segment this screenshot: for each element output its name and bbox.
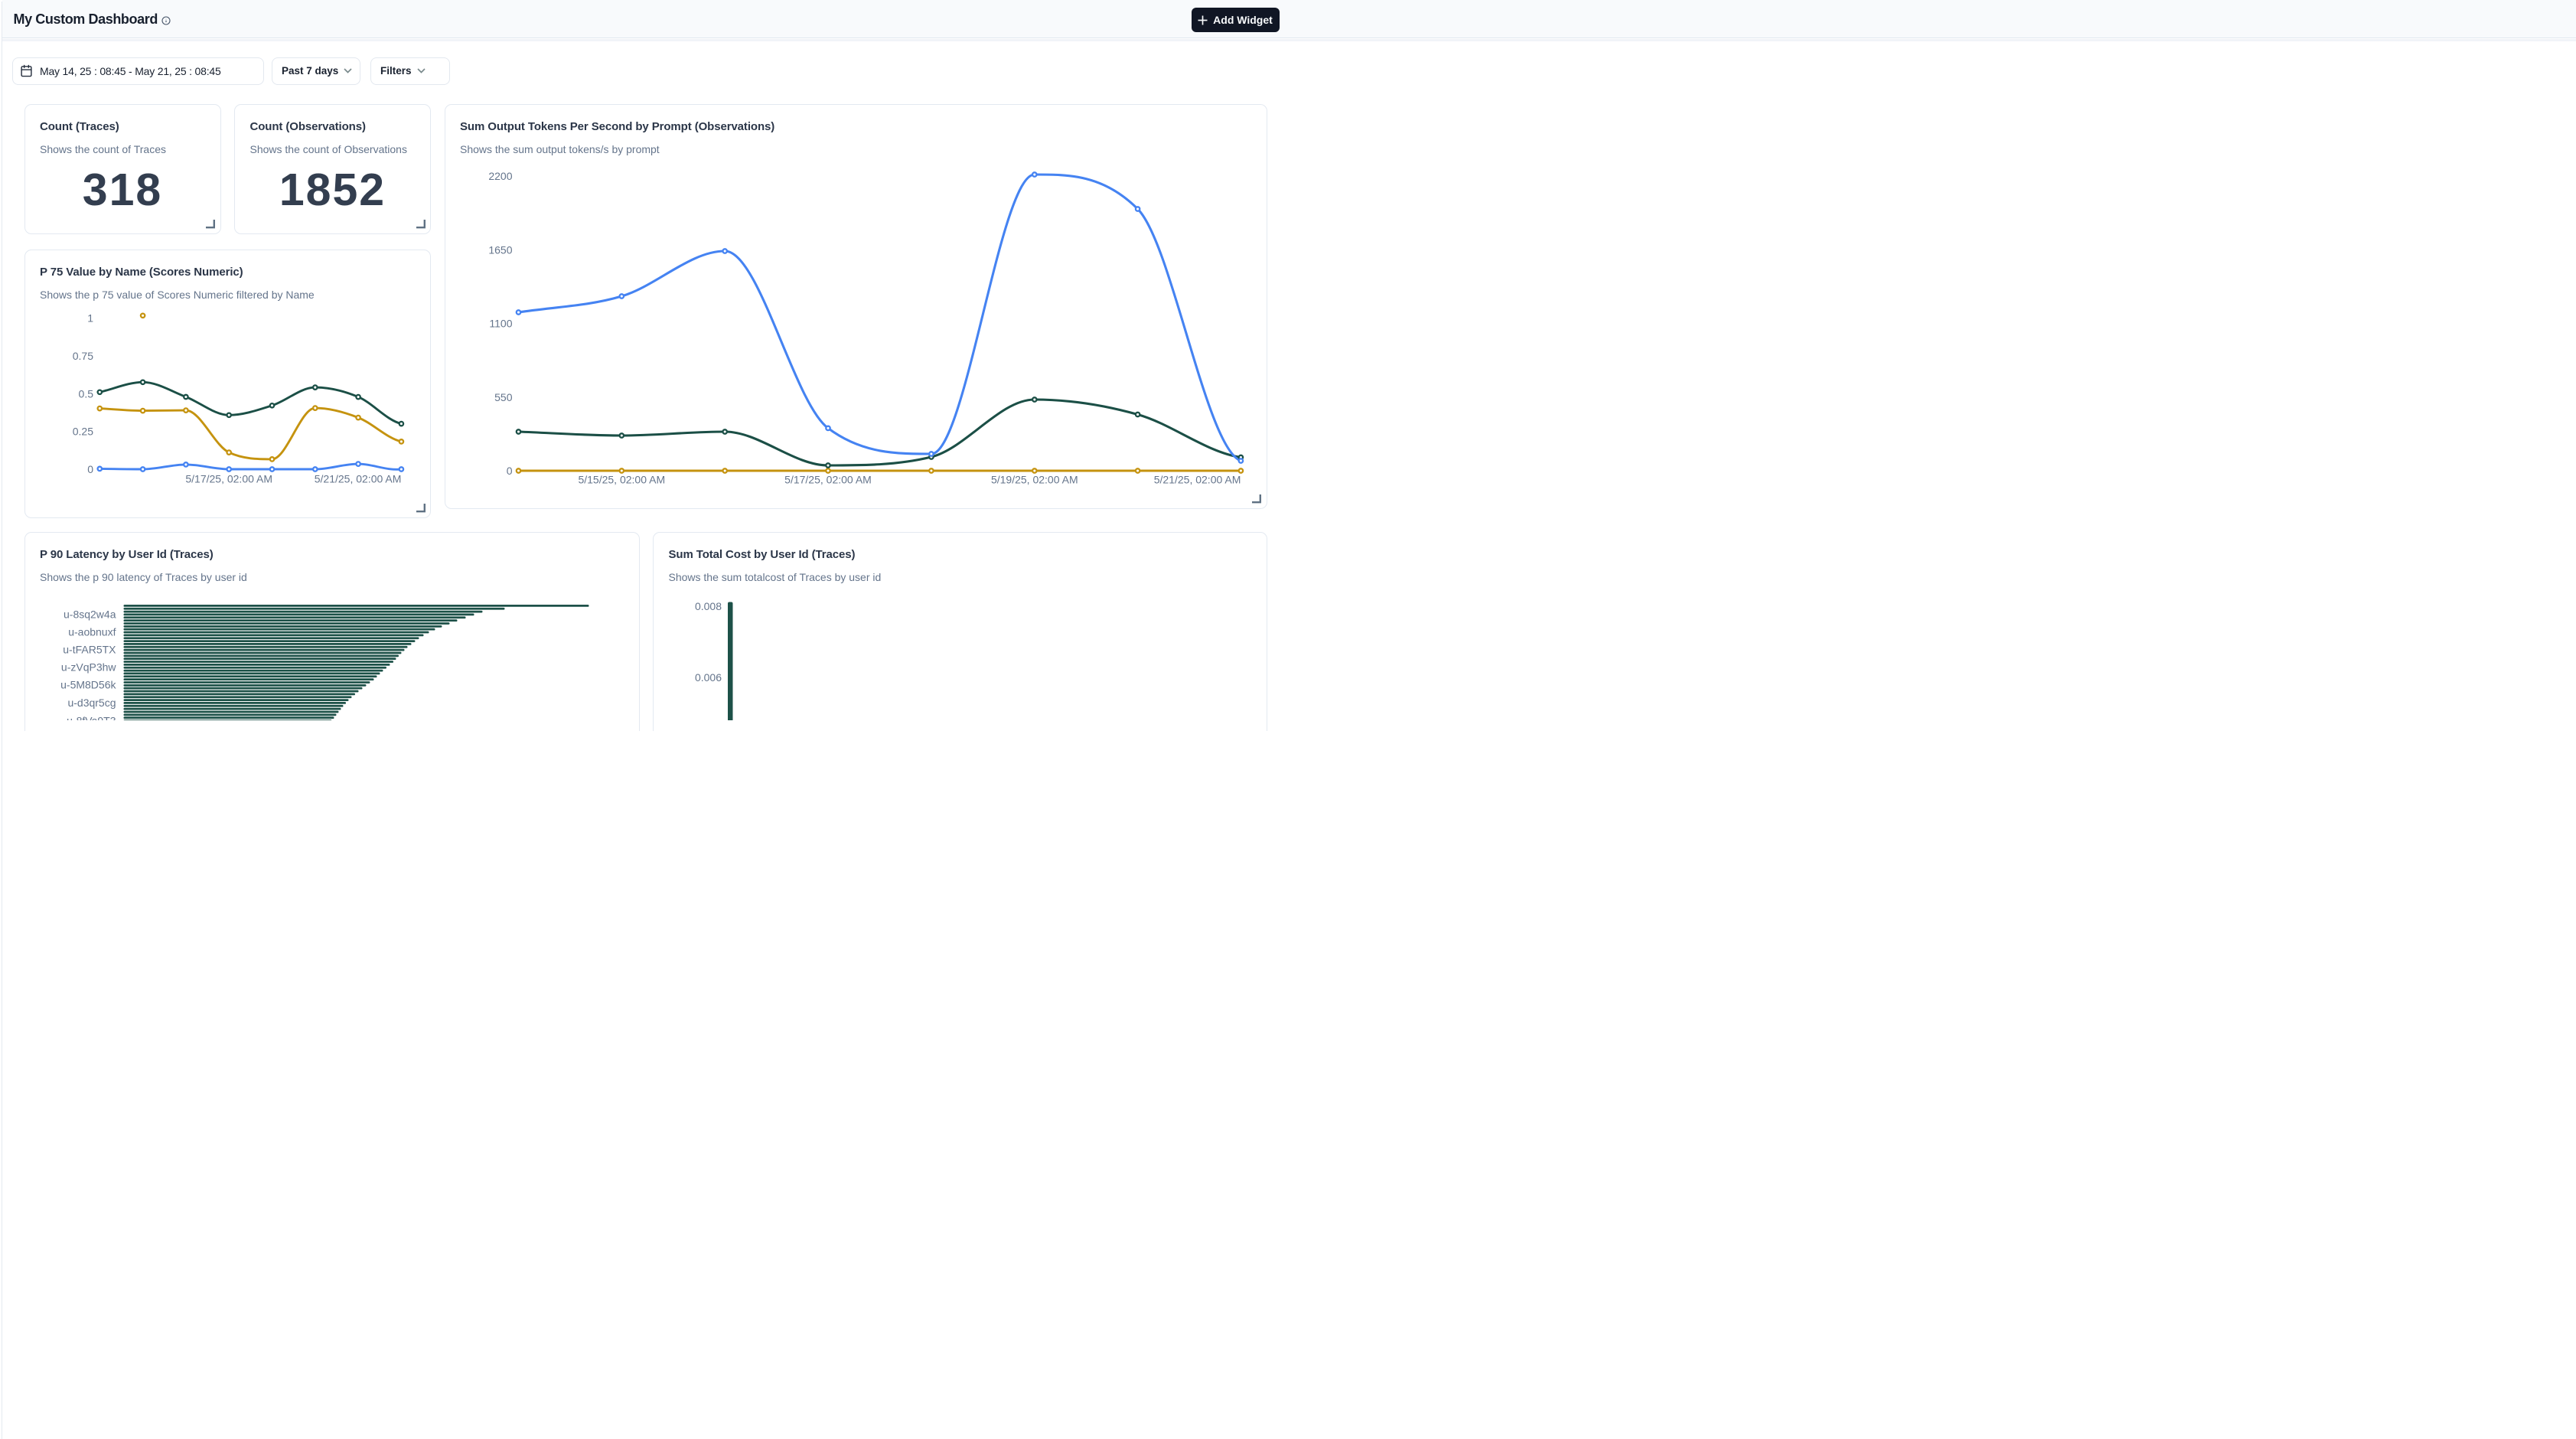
- svg-text:0.008: 0.008: [695, 600, 722, 612]
- svg-text:0: 0: [87, 463, 93, 475]
- svg-text:u-zVqP3hw: u-zVqP3hw: [60, 661, 116, 674]
- svg-text:5/21/25, 02:00 AM: 5/21/25, 02:00 AM: [1153, 474, 1241, 486]
- svg-text:1100: 1100: [489, 318, 512, 330]
- svg-text:1: 1: [87, 312, 93, 325]
- svg-text:5/15/25, 02:00 AM: 5/15/25, 02:00 AM: [578, 474, 665, 486]
- svg-text:u-d3qr5cg: u-d3qr5cg: [67, 697, 116, 709]
- svg-text:0.006: 0.006: [695, 671, 722, 684]
- svg-text:5/19/25, 02:00 AM: 5/19/25, 02:00 AM: [990, 474, 1078, 486]
- svg-text:u-5M8D56k: u-5M8D56k: [60, 679, 116, 691]
- svg-text:0.25: 0.25: [72, 426, 93, 438]
- svg-text:5/17/25, 02:00 AM: 5/17/25, 02:00 AM: [185, 473, 272, 485]
- svg-text:550: 550: [494, 391, 513, 403]
- svg-text:0.75: 0.75: [72, 350, 93, 362]
- svg-text:u-8fVa9T3: u-8fVa9T3: [67, 714, 116, 720]
- svg-text:u-tFAR5TX: u-tFAR5TX: [63, 644, 116, 656]
- svg-text:u-8sq2w4a: u-8sq2w4a: [64, 608, 116, 620]
- svg-text:0: 0: [506, 465, 512, 477]
- svg-text:5/21/25, 02:00 AM: 5/21/25, 02:00 AM: [314, 473, 401, 485]
- svg-text:u-aobnuxf: u-aobnuxf: [68, 625, 116, 638]
- svg-text:1650: 1650: [488, 243, 512, 256]
- svg-text:5/17/25, 02:00 AM: 5/17/25, 02:00 AM: [784, 474, 872, 486]
- svg-text:0.5: 0.5: [78, 387, 93, 400]
- svg-text:2200: 2200: [488, 170, 512, 182]
